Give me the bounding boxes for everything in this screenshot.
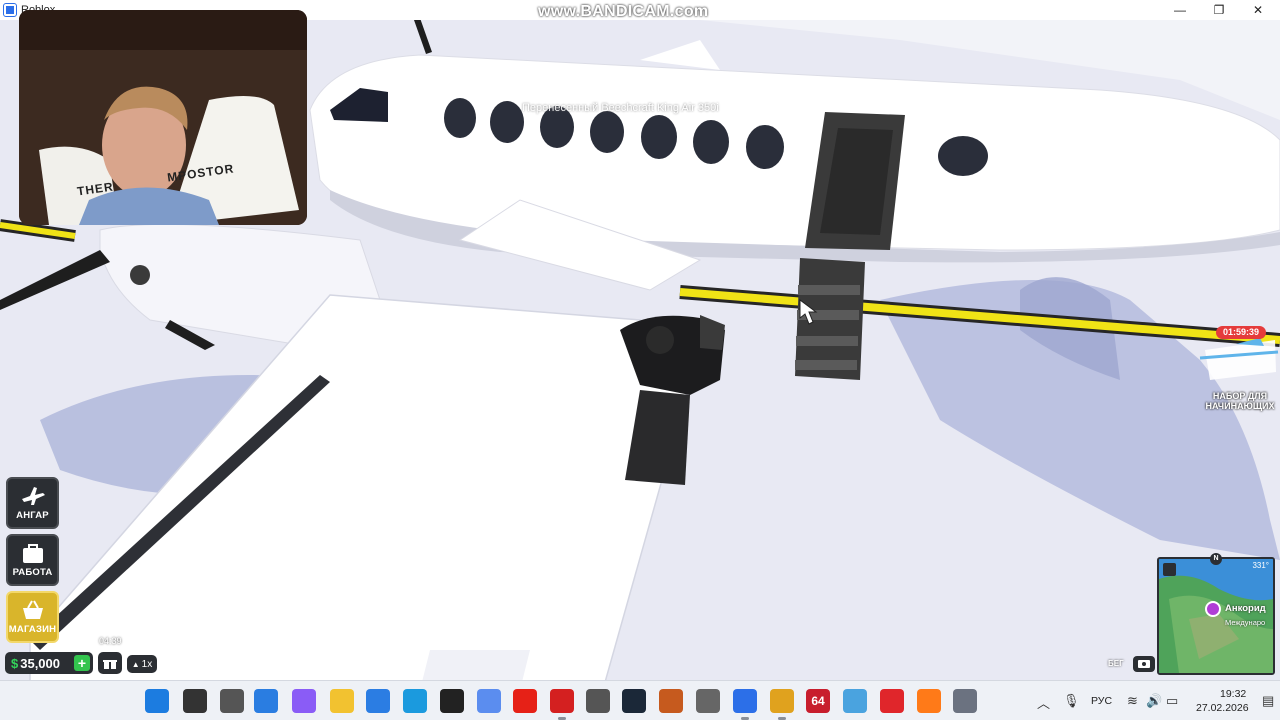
airstairs [795, 258, 865, 380]
media-app[interactable] [254, 689, 278, 713]
clock-date[interactable]: 27.02.2026 [1196, 702, 1249, 714]
minimap[interactable]: 331° Анкорид Междунаро [1157, 557, 1275, 675]
camera-app[interactable] [696, 689, 720, 713]
basketball-app[interactable] [659, 689, 683, 713]
photo-app[interactable] [843, 689, 867, 713]
store-app[interactable] [366, 689, 390, 713]
camera-mode-button[interactable] [1133, 656, 1155, 672]
start-button[interactable] [145, 689, 169, 713]
add-money-button[interactable]: + [74, 655, 90, 671]
task-view-button[interactable] [220, 689, 244, 713]
file-explorer[interactable] [330, 689, 354, 713]
close-button[interactable]: ✕ [1238, 0, 1278, 20]
briefcase-icon [22, 544, 43, 563]
roblox-studio[interactable] [440, 689, 464, 713]
maximize-button[interactable]: ❐ [1199, 0, 1239, 20]
speed-up-icon: ▲ [131, 659, 140, 669]
money-amount: 35,000 [20, 655, 60, 671]
starter-pack-label-1: НАБОР ДЛЯ [1212, 391, 1268, 401]
hangar-button[interactable]: АНГАР [6, 477, 59, 529]
gift-button[interactable] [98, 652, 122, 674]
offer-timer: 01:59:39 [1216, 326, 1266, 339]
basket-icon [22, 600, 43, 619]
expand-map-icon[interactable] [1163, 563, 1176, 576]
speed-value: 1x [141, 658, 153, 670]
copilot-app[interactable] [292, 689, 316, 713]
map-heading: 331° [1252, 561, 1269, 570]
settings-app[interactable] [953, 689, 977, 713]
notification-icon[interactable]: ▤ [1262, 693, 1274, 709]
map-city-label: Анкорид [1225, 603, 1266, 614]
gift-timer: 04:39 [99, 636, 122, 646]
steam-app[interactable] [622, 689, 646, 713]
plane-name-label: Перенесенный Beechcraft King Air 350i [522, 102, 719, 114]
firefox-browser[interactable] [917, 689, 941, 713]
app-64[interactable]: 64 [806, 689, 830, 713]
webcam-overlay: THER MPOSTOR [19, 10, 307, 225]
chrome-browser[interactable] [770, 689, 794, 713]
map-north-indicator: N [1210, 553, 1222, 565]
map-airport-label: Междунаро [1225, 618, 1266, 627]
youtube-app[interactable] [513, 689, 537, 713]
64-icon: 64 [811, 694, 825, 708]
roblox-app-icon [3, 3, 17, 17]
location-pin-icon [1205, 601, 1221, 617]
input-language[interactable]: РУС [1091, 695, 1112, 707]
recording-watermark: www.BANDICAM.com [538, 3, 709, 20]
money-display: $ 35,000 + [5, 652, 93, 674]
microphone-icon[interactable]: 🎙 [1063, 693, 1080, 709]
webcam-feed [19, 10, 307, 225]
shop-button[interactable]: МАГАЗИН [6, 591, 59, 643]
clock-time[interactable]: 19:32 [1220, 688, 1246, 700]
work-label: РАБОТА [12, 567, 53, 578]
chevron-up-icon[interactable]: ︿ [1037, 693, 1050, 712]
dollar-icon: $ [11, 655, 19, 671]
camera-icon [1138, 660, 1150, 668]
game-app[interactable] [586, 689, 610, 713]
wifi-icon[interactable]: ≋ [1127, 693, 1138, 709]
shop-label: МАГАЗИН [8, 624, 57, 635]
roblox-app[interactable] [733, 689, 757, 713]
starter-pack-button[interactable]: НАБОР ДЛЯ НАЧИНАЮЩИХ [1200, 391, 1280, 411]
starter-pack-label-2: НАЧИНАЮЩИХ [1205, 401, 1275, 411]
edge-browser[interactable] [403, 689, 427, 713]
hangar-label: АНГАР [16, 510, 49, 521]
g-app[interactable] [477, 689, 501, 713]
battery-icon[interactable]: ▭ [1166, 693, 1178, 709]
work-button[interactable]: РАБОТА [6, 534, 59, 586]
windows-taskbar: 64 ︿ 🎙 РУС ≋ 🔊 ▭ 19:32 27.02.2026 ▤ [0, 680, 1280, 720]
gift-icon [103, 658, 117, 669]
search-button[interactable] [183, 689, 207, 713]
bandicam-app[interactable] [550, 689, 574, 713]
speed-button[interactable]: ▲ 1x [127, 655, 157, 673]
plane-icon [21, 487, 45, 505]
minimize-button[interactable]: — [1160, 0, 1200, 20]
volume-icon[interactable]: 🔊 [1146, 693, 1162, 709]
run-label: БЕГ [1108, 659, 1124, 668]
opera-browser[interactable] [880, 689, 904, 713]
